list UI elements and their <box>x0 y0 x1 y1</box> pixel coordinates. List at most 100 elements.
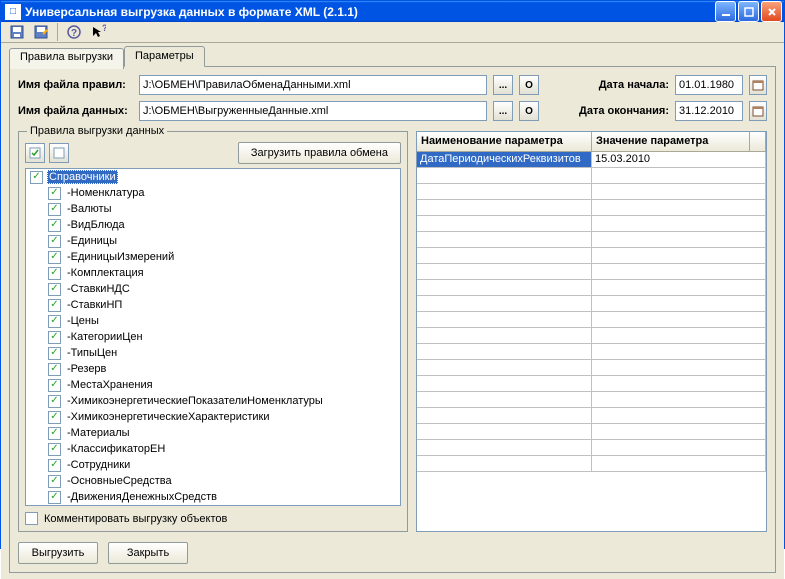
export-button[interactable]: Выгрузить <box>18 542 98 564</box>
table-row[interactable] <box>417 264 766 280</box>
tree-item[interactable]: ✓-ХимикоэнергетическиеПоказателиНоменкла… <box>26 393 400 409</box>
browse-rules-button[interactable]: ... <box>493 75 513 95</box>
tab-parameters[interactable]: Параметры <box>124 46 205 67</box>
uncheck-all-button[interactable] <box>49 143 69 163</box>
checkbox-icon[interactable]: ✓ <box>48 347 61 360</box>
tree-item[interactable]: ✓-ВидБлюда <box>26 217 400 233</box>
tree-item[interactable]: ✓-КатегорииЦен <box>26 329 400 345</box>
checkbox-icon[interactable]: ✓ <box>48 219 61 232</box>
tree-item[interactable]: ✓-КлассификаторЕН <box>26 441 400 457</box>
tree-item[interactable]: ✓-СтавкиНП <box>26 297 400 313</box>
tree-item[interactable]: ✓-СтавкиНДС <box>26 281 400 297</box>
input-data-file[interactable] <box>139 101 487 121</box>
grid-header-name[interactable]: Наименование параметра <box>417 132 592 152</box>
browse-data-button[interactable]: ... <box>493 101 513 121</box>
checkbox-icon[interactable]: ✓ <box>48 459 61 472</box>
tree-item[interactable]: ✓ -ХимикоэнергетическиеХарактеристики <box>26 409 400 425</box>
checkbox-icon[interactable]: ✓ <box>30 171 43 184</box>
table-row[interactable]: ДатаПериодическихРеквизитов15.03.2010 <box>417 152 766 168</box>
tree-item[interactable]: ✓-ТипыЦен <box>26 345 400 361</box>
input-end-date[interactable] <box>675 101 743 121</box>
calendar-start-button[interactable] <box>749 75 767 95</box>
tree-item[interactable]: ✓-Единицы <box>26 233 400 249</box>
open-rules-button[interactable]: O <box>519 75 539 95</box>
table-row[interactable] <box>417 376 766 392</box>
checkbox-icon[interactable]: ✓ <box>48 379 61 392</box>
table-row[interactable] <box>417 296 766 312</box>
load-rules-button[interactable]: Загрузить правила обмена <box>238 142 401 164</box>
rules-tree[interactable]: ✓Справочники✓-Номенклатура✓-Валюты✓-ВидБ… <box>25 168 401 506</box>
maximize-button[interactable] <box>738 1 759 22</box>
tree-item-label: -ХимикоэнергетическиеХарактеристики <box>65 411 272 423</box>
tree-item[interactable]: ✓-Цены <box>26 313 400 329</box>
table-row[interactable] <box>417 248 766 264</box>
parameters-grid[interactable]: Наименование параметра Значение параметр… <box>416 131 767 532</box>
table-row[interactable] <box>417 392 766 408</box>
export-rules-toolbar: Загрузить правила обмена <box>25 142 401 164</box>
checkbox-icon[interactable]: ✓ <box>48 283 61 296</box>
tree-item[interactable]: ✓-МестаХранения <box>26 377 400 393</box>
checkbox-icon[interactable]: ✓ <box>48 315 61 328</box>
close-button[interactable] <box>761 1 782 22</box>
cell-param-name <box>417 168 592 184</box>
checkbox-icon[interactable]: ✓ <box>48 395 61 408</box>
tree-item[interactable]: ✓-ОсновныеСредства <box>26 473 400 489</box>
cell-param-value <box>592 232 766 248</box>
table-row[interactable] <box>417 424 766 440</box>
table-row[interactable] <box>417 216 766 232</box>
tree-item[interactable]: ✓-ДвиженияДенежныхСредств <box>26 489 400 505</box>
checkbox-icon[interactable]: ✓ <box>48 251 61 264</box>
table-row[interactable] <box>417 408 766 424</box>
open-data-button[interactable]: O <box>519 101 539 121</box>
checkbox-icon[interactable]: ✓ <box>48 491 61 504</box>
checkbox-icon[interactable]: ✓ <box>48 299 61 312</box>
checkbox-icon[interactable]: ✓ <box>48 443 61 456</box>
close-form-button[interactable]: Закрыть <box>108 542 188 564</box>
grid-header-value[interactable]: Значение параметра <box>592 132 750 152</box>
tab-export-rules[interactable]: Правила выгрузки <box>9 48 124 69</box>
save-as-icon[interactable] <box>31 22 51 42</box>
table-row[interactable] <box>417 360 766 376</box>
checkbox-icon[interactable]: ✓ <box>48 411 61 424</box>
tree-item[interactable]: ✓-Валюты <box>26 201 400 217</box>
table-row[interactable] <box>417 344 766 360</box>
table-row[interactable] <box>417 328 766 344</box>
minimize-button[interactable] <box>715 1 736 22</box>
cell-param-name <box>417 280 592 296</box>
checkbox-icon[interactable]: ✓ <box>48 187 61 200</box>
table-row[interactable] <box>417 200 766 216</box>
check-all-button[interactable] <box>25 143 45 163</box>
input-rules-file[interactable] <box>139 75 487 95</box>
tree-item[interactable]: ✓-Комплектация <box>26 265 400 281</box>
table-row[interactable] <box>417 312 766 328</box>
table-row[interactable] <box>417 232 766 248</box>
tree-item[interactable]: ✓-Номенклатура <box>26 185 400 201</box>
titlebar[interactable]: □ Универсальная выгрузка данных в формат… <box>1 1 784 22</box>
cell-param-value <box>592 424 766 440</box>
tree-item[interactable]: ✓-Материалы <box>26 425 400 441</box>
table-row[interactable] <box>417 184 766 200</box>
tree-item[interactable]: ✓-ЕдиницыИзмерений <box>26 249 400 265</box>
checkbox-icon[interactable]: ✓ <box>48 203 61 216</box>
calendar-end-button[interactable] <box>749 101 767 121</box>
checkbox-icon[interactable]: ✓ <box>48 331 61 344</box>
checkbox-icon[interactable]: ✓ <box>48 475 61 488</box>
table-row[interactable] <box>417 440 766 456</box>
help-icon[interactable]: ? <box>64 22 84 42</box>
help-pointer-icon[interactable]: ? <box>88 22 108 42</box>
checkbox-icon[interactable]: ✓ <box>48 235 61 248</box>
table-row[interactable] <box>417 456 766 472</box>
tree-item[interactable]: ✓-Резерв <box>26 361 400 377</box>
table-row[interactable] <box>417 280 766 296</box>
tree-root[interactable]: ✓Справочники <box>26 169 400 185</box>
input-start-date[interactable] <box>675 75 743 95</box>
table-row[interactable] <box>417 168 766 184</box>
checkbox-icon[interactable]: ✓ <box>48 363 61 376</box>
checkbox-icon[interactable]: ✓ <box>48 267 61 280</box>
save-icon[interactable] <box>7 22 27 42</box>
checkbox-icon[interactable]: ✓ <box>48 427 61 440</box>
comment-checkbox[interactable] <box>25 512 38 525</box>
comment-checkbox-row[interactable]: Комментировать выгрузку объектов <box>25 512 401 525</box>
tree-item[interactable]: ✓-Сотрудники <box>26 457 400 473</box>
cell-param-name <box>417 344 592 360</box>
